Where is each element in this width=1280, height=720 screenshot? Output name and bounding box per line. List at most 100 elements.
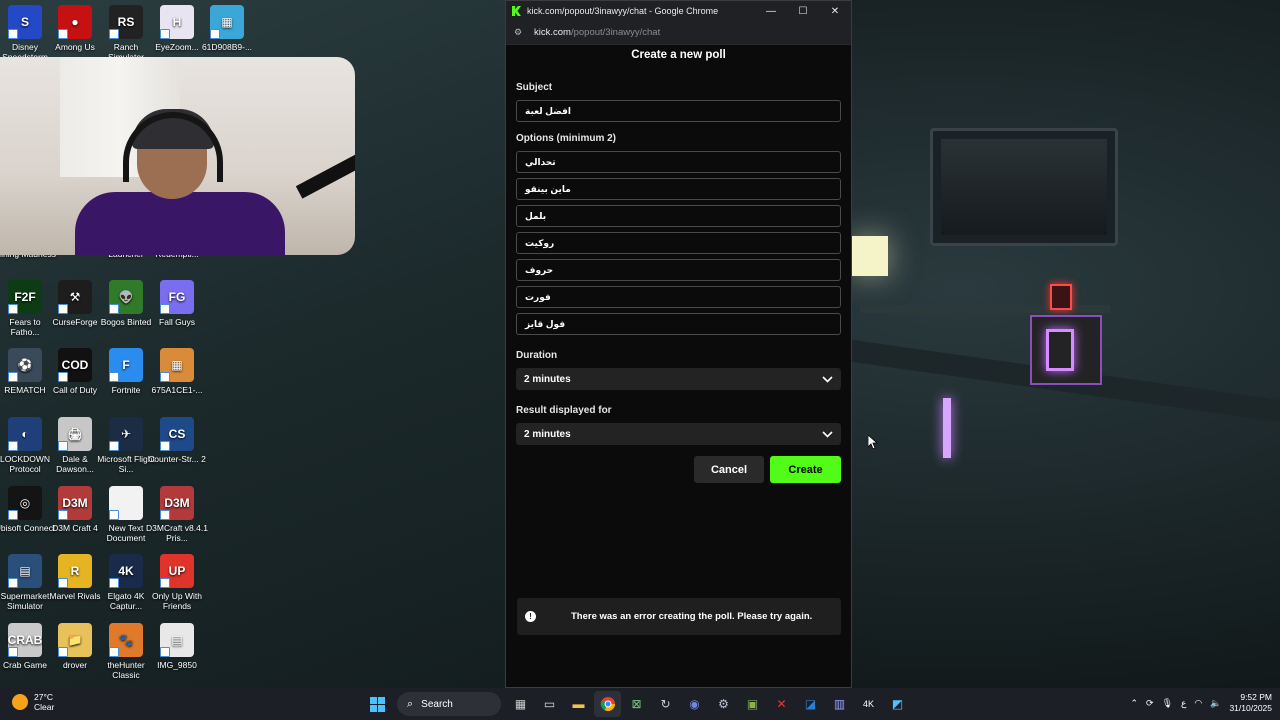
address-bar[interactable]: ⚙ kick.com/popout/3inawyy/chat [506,21,851,45]
poll-option-input[interactable]: روكيت [516,232,841,254]
duration-select[interactable]: 2 minutes [516,368,841,390]
taskbar-search[interactable]: ⌕ Search [397,692,501,716]
app-icon: COD [58,348,92,382]
address-host: kick.com [534,27,571,38]
xbox-icon[interactable]: ⊠ [623,691,650,717]
taskbar-apps: ⌕ Search ▦ ▭ ▬ ⊠ ↻ ◉ ⚙ ▣ ✕ ◪ ▥ 4K ◩ [364,691,911,717]
poll-option-input[interactable]: فول قايز [516,313,841,335]
poll-option-input[interactable]: ماين بينقو [516,178,841,200]
app-icon: 📁 [58,623,92,657]
app-icon: CRAB [8,623,42,657]
file-explorer-icon[interactable]: ▬ [565,691,592,717]
refresh-app-icon[interactable]: ↻ [652,691,679,717]
desktop-icon[interactable]: CS Counter-Str... 2 [146,417,208,464]
desktop-icon-label: Only Up With Friends [151,591,203,611]
weather-condition: Clear [34,702,55,712]
poll-option-input[interactable]: تحدالي [516,151,841,173]
weather-widget[interactable]: 27°C Clear [12,692,54,712]
app-icon: 🐾 [109,623,143,657]
result-label: Result displayed for [516,405,612,416]
app-icon: ◎ [8,486,42,520]
clock-date: 31/10/2025 [1229,703,1272,713]
widgets-icon[interactable]: ▦ [507,691,534,717]
poll-option-input[interactable]: حروف [516,259,841,281]
desktop-icon[interactable]: ▦ 675A1CE1-... [146,348,208,395]
options-label: Options (minimum 2) [516,133,616,144]
app-icon: RS [109,5,143,39]
subject-input[interactable]: افضل لعبة [516,100,841,122]
address-path: /popout/3inawyy/chat [570,27,661,38]
chevron-down-icon [821,373,833,385]
task-view-icon[interactable]: ▭ [536,691,563,717]
chrome-window: kick.com/popout/3inawyy/chat - Google Ch… [505,0,852,688]
app-icon: S [8,5,42,39]
app-icon: CS [160,417,194,451]
desktop-icon[interactable]: ▤ IMG_9850 [146,623,208,670]
desktop-icon-label: Fall Guys [159,317,195,327]
app-icon: ✈ [109,417,143,451]
app-icon: ▦ [160,348,194,382]
subject-label: Subject [516,82,553,93]
result-display-select[interactable]: 2 minutes [516,423,841,445]
clock-time: 9:52 PM [1240,692,1272,702]
site-settings-icon[interactable]: ⚙ [514,27,526,38]
close-button[interactable]: ✕ [819,1,851,21]
app-icon [109,486,143,520]
poll-option-input[interactable]: فورت [516,286,841,308]
error-icon: ! [525,611,536,622]
wifi-icon[interactable]: ◠ [1194,698,1202,709]
minimize-button[interactable]: — [755,1,787,21]
poll-actions: Cancel Create [516,456,841,483]
kick-favicon-icon [512,6,521,16]
app-icon: UP [160,554,194,588]
poll-heading: Create a new poll [631,49,726,61]
minecraft-icon[interactable]: ▣ [739,691,766,717]
app-icon: ◐ [8,417,42,451]
app-icon: 🖨 [58,417,92,451]
wallpaper-pc-case [1030,315,1102,385]
desktop-icon[interactable]: D3M D3MCraft v8.4.1 Pris... [146,486,208,543]
window-titlebar[interactable]: kick.com/popout/3inawyy/chat - Google Ch… [506,1,851,21]
app-icon: ● [58,5,92,39]
app-icon: F2F [8,280,42,314]
app-icon: R [58,554,92,588]
system-tray: ⌃ ⟳ 🎙 ع ◠ 🔈 9:52 PM 31/10/2025 [1130,692,1272,714]
wallpaper-shelf [860,305,1110,313]
create-button[interactable]: Create [770,456,841,483]
clock[interactable]: 9:52 PM 31/10/2025 [1229,692,1272,714]
desktop-icon-label: 675A1CE1-... [151,385,203,395]
desktop-icon[interactable]: UP Only Up With Friends [146,554,208,611]
app-icon: D3M [160,486,194,520]
chevron-down-icon [821,428,833,440]
cancel-button[interactable]: Cancel [694,456,764,483]
chrome-icon[interactable] [594,691,621,717]
elgato-4k-icon[interactable]: 4K [855,691,882,717]
weather-sun-icon [12,694,28,710]
media-app-icon[interactable]: ▥ [826,691,853,717]
create-poll-panel: Create a new poll Subject افضل لعبة Opti… [506,45,851,687]
discord-icon[interactable]: ◉ [681,691,708,717]
outlook-icon[interactable]: ◪ [797,691,824,717]
app-icon: 4K [109,554,143,588]
chevron-up-icon[interactable]: ⌃ [1130,698,1138,709]
desktop-icon[interactable]: FG Fall Guys [146,280,208,327]
app-icon: ▦ [210,5,244,39]
app-icon: ⚒ [58,280,92,314]
sync-icon[interactable]: ⟳ [1146,698,1154,709]
app-icon: F [109,348,143,382]
poll-option-input[interactable]: بلمل [516,205,841,227]
taskbar: 27°C Clear ⌕ Search ▦ ▭ ▬ ⊠ ↻ ◉ ⚙ ▣ ✕ ◪ … [0,688,1280,720]
wallpaper-lamp [852,236,888,276]
desktop-icon[interactable]: ▦ 61D908B9-... [196,5,258,52]
maximize-button[interactable]: ☐ [787,1,819,21]
start-button[interactable] [364,691,391,717]
kick-app-icon[interactable]: ✕ [768,691,795,717]
wallpaper-red-light [1050,284,1072,310]
app-icon: ⚽ [8,348,42,382]
error-toast: ! There was an error creating the poll. … [517,598,841,635]
microphone-icon[interactable]: 🎙 [1162,698,1173,709]
input-indicator[interactable]: ع [1181,698,1186,709]
steam-icon[interactable]: ⚙ [710,691,737,717]
snipping-tool-icon[interactable]: ◩ [884,691,911,717]
volume-icon[interactable]: 🔈 [1210,698,1221,709]
